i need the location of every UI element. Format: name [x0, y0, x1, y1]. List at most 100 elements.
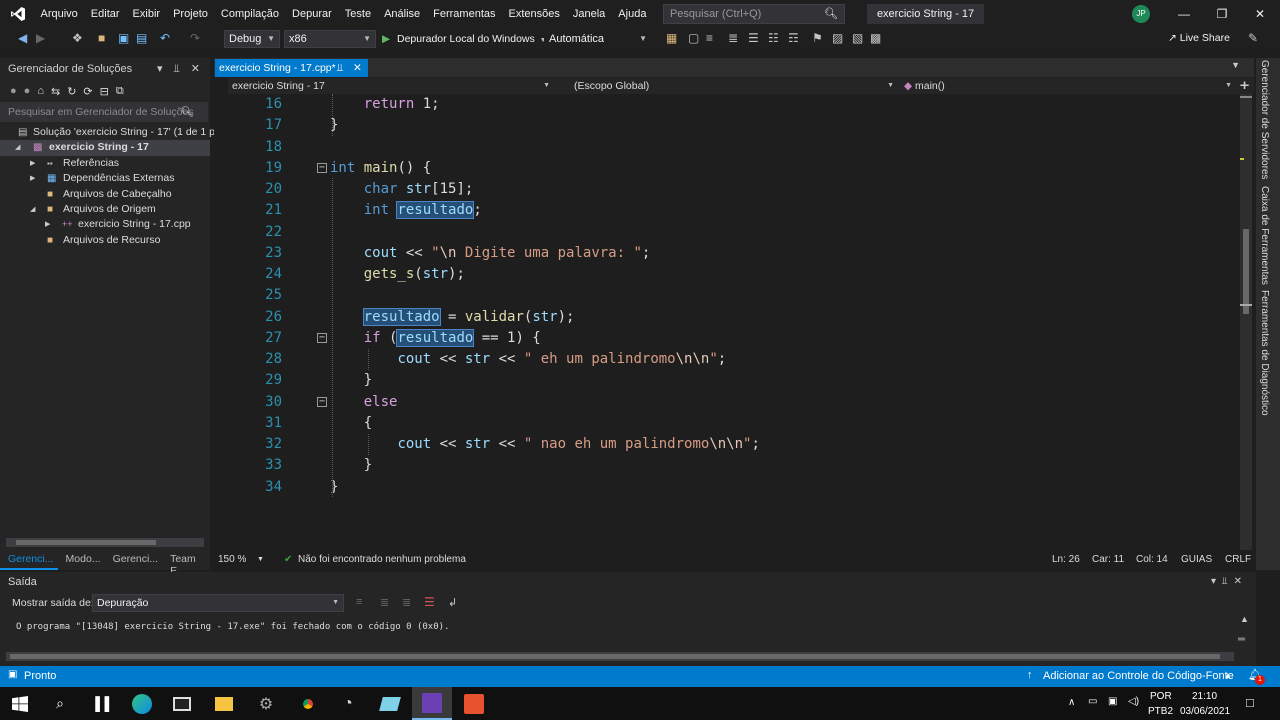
gauge-icon[interactable]: ◔ — [328, 687, 368, 720]
notifications-icon[interactable]: □ — [1246, 695, 1254, 710]
forward-icon[interactable]: ▶ — [36, 31, 45, 45]
live-share-button[interactable]: ↗ Live Share — [1168, 32, 1230, 44]
scroll-thumb[interactable] — [1243, 229, 1249, 314]
scroll-up-icon[interactable]: ▲ — [1240, 614, 1249, 624]
file-explorer-icon[interactable] — [204, 687, 244, 720]
maximize-icon[interactable]: ❐ — [1203, 0, 1241, 28]
terminal-icon[interactable] — [162, 687, 202, 720]
tab-manager[interactable]: Gerenci... — [105, 550, 163, 570]
tree-item-source-files[interactable]: ◢ ■ Arquivos de Origem — [0, 202, 210, 217]
notes-icon[interactable] — [370, 687, 410, 720]
config-select[interactable]: Debug ▼ — [224, 30, 280, 48]
visual-studio-taskbar-icon[interactable] — [412, 687, 452, 720]
redo-icon[interactable]: ↷ — [190, 31, 200, 45]
start-debugger-button[interactable]: ▶ Depurador Local do Windows ▼ — [382, 31, 547, 47]
expanded-icon[interactable]: ◢ — [30, 202, 35, 217]
expanded-icon[interactable]: ◢ — [15, 140, 20, 155]
tree-item-external-deps[interactable]: ▶ ▦ Dependências Externas — [0, 171, 210, 186]
word-wrap-icon[interactable]: ↲ — [448, 596, 457, 609]
tab-list-icon[interactable]: ▼ — [1231, 60, 1240, 70]
mode-select[interactable]: Automática ▼ — [544, 30, 652, 48]
feedback-icon[interactable]: ✎ — [1248, 31, 1258, 45]
issues-text[interactable]: Não foi encontrado nenhum problema — [298, 554, 466, 565]
bookmark-icon[interactable]: ⚑ — [812, 31, 823, 45]
home-icon[interactable]: ⌂ — [37, 85, 44, 97]
tree-item-solution[interactable]: ▤ Solução 'exercicio String - 17' (1 de … — [0, 125, 219, 140]
edge-icon[interactable] — [122, 687, 162, 720]
indent-icon[interactable]: ☰ — [748, 31, 759, 45]
member-select[interactable]: ◆ main() ▼ — [900, 78, 1236, 94]
zoom-out-icon[interactable]: ═ — [1238, 634, 1245, 645]
tab-document[interactable]: exercicio String - 17.cpp* ⫫ ✕ — [215, 59, 368, 77]
windows-start-icon[interactable] — [0, 687, 40, 720]
source-control-button[interactable]: Adicionar ao Controle do Código-Fonte — [1043, 670, 1234, 682]
output-horizontal-scrollbar[interactable] — [6, 652, 1234, 661]
close-tab-icon[interactable]: ✕ — [353, 59, 362, 77]
close-window-icon[interactable]: ✕ — [1241, 0, 1279, 28]
solution-search-input[interactable]: Pesquisar em Gerenciador de Soluções 🔍︎ — [0, 102, 208, 122]
comment-icon[interactable]: ☷ — [768, 31, 779, 45]
tab-team-explorer[interactable]: Team E... — [162, 550, 210, 577]
menu-item-8[interactable]: Ferramentas — [427, 0, 502, 28]
show-all-icon[interactable]: ⧉ — [116, 85, 124, 98]
bookmark-next-icon[interactable]: ▧ — [852, 31, 863, 45]
find-message-icon[interactable]: ≡ — [356, 596, 362, 608]
chevron-up-icon[interactable]: ▲ — [1224, 671, 1232, 680]
menu-item-4[interactable]: Compilação — [214, 0, 285, 28]
network-icon[interactable]: ▣ — [1108, 696, 1117, 707]
collapsed-icon[interactable]: ▶ — [45, 217, 50, 232]
menu-item-11[interactable]: Ajuda — [612, 0, 653, 28]
tab-server-explorer[interactable]: Gerenciador de Servidores — [1259, 60, 1270, 180]
new-item-icon[interactable]: ❖ — [72, 31, 83, 45]
scope-select[interactable]: (Escopo Global) ▼ — [570, 78, 898, 94]
menu-item-2[interactable]: Exibir — [126, 0, 167, 28]
whitespace-mode[interactable]: GUIAS — [1181, 554, 1212, 565]
back-icon[interactable]: ◀ — [18, 31, 27, 45]
code-editor[interactable]: 16 return 1; 17} 18 19 int main() {20 char s… — [214, 94, 1238, 550]
fold-collapse-icon[interactable]: − — [317, 333, 327, 343]
menu-item-5[interactable]: Depurar — [286, 0, 339, 28]
platform-select[interactable]: x86 ▼ — [284, 30, 376, 48]
align-icon[interactable]: ≣ — [728, 31, 738, 45]
more-tools-icon[interactable]: ▩ — [870, 31, 881, 45]
next-message-icon[interactable]: ≣ — [402, 596, 411, 609]
dropdown-icon[interactable]: ≡ — [706, 31, 713, 45]
line-ending[interactable]: CRLF — [1225, 554, 1251, 565]
menu-item-9[interactable]: Extensões — [502, 0, 566, 28]
collapsed-icon[interactable]: ▶ — [30, 156, 35, 171]
collapse-all-icon[interactable]: ⊟ — [100, 85, 109, 98]
git-icon[interactable] — [454, 687, 494, 720]
collapsed-icon[interactable]: ▶ — [30, 171, 35, 186]
sync-icon[interactable]: ⇆ — [51, 85, 60, 98]
search-icon[interactable]: ⌕ — [40, 687, 80, 720]
step-icon[interactable]: ▢ — [688, 31, 699, 45]
menu-item-0[interactable]: Arquivo — [34, 0, 84, 28]
search-input[interactable]: Pesquisar (Ctrl+Q) 🔍︎ — [662, 4, 845, 24]
menu-item-6[interactable]: Teste — [338, 0, 377, 28]
fold-collapse-icon[interactable]: − — [317, 397, 327, 407]
menu-item-7[interactable]: Análise — [378, 0, 427, 28]
avatar[interactable]: JP — [1132, 5, 1150, 23]
undo-icon[interactable]: ↶ — [160, 31, 170, 45]
tray-chevron-icon[interactable]: ∧ — [1068, 697, 1075, 708]
refresh-icon[interactable]: ⟳ — [83, 85, 92, 98]
fold-collapse-icon[interactable]: − — [317, 163, 327, 173]
panel-controls[interactable]: ▾ ⫫ ✕ — [157, 58, 204, 80]
scroll-thumb[interactable] — [10, 654, 1220, 659]
task-view-icon[interactable]: ▐▐ — [80, 687, 120, 720]
chrome-icon[interactable] — [288, 687, 328, 720]
forward-icon[interactable]: ● — [24, 85, 31, 97]
tab-toolbox[interactable]: Caixa de Ferramentas — [1259, 186, 1270, 285]
open-folder-icon[interactable]: ■ — [98, 31, 105, 45]
language-indicator[interactable]: POR — [1150, 691, 1172, 702]
tree-item-resource-files[interactable]: ■ Arquivos de Recurso — [0, 233, 210, 248]
menu-item-10[interactable]: Janela — [566, 0, 611, 28]
tree-item-references[interactable]: ▶ ▪▪ Referências — [0, 156, 210, 171]
output-source-select[interactable]: Depuração ▼ — [92, 594, 344, 612]
history-icon[interactable]: ↻ — [67, 85, 76, 98]
tree-item-project[interactable]: ◢ ▩ exercicio String - 17 — [0, 140, 210, 156]
battery-icon[interactable]: ▭ — [1088, 696, 1097, 707]
tree-item-header-files[interactable]: ■ Arquivos de Cabeçalho — [0, 187, 210, 202]
panel-controls[interactable]: ▾⫫✕ — [1211, 576, 1248, 587]
horizontal-scrollbar[interactable] — [6, 538, 204, 547]
